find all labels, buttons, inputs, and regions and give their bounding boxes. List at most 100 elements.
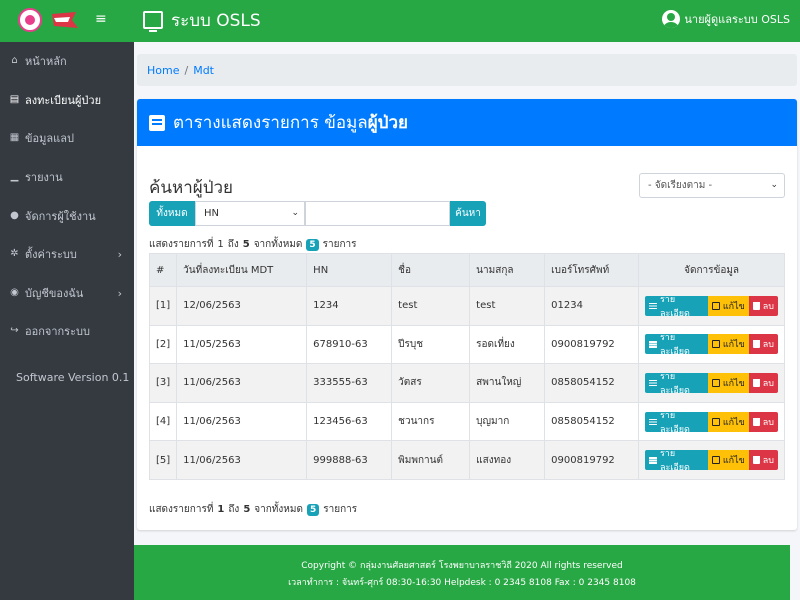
summary-total-badge: 5 <box>306 238 319 251</box>
summary-text: รายการ <box>322 239 357 250</box>
detail-label: รายละเอียด <box>659 333 690 358</box>
row-number: [1] <box>148 286 178 326</box>
table-row: [1] 12/06/2563 1234 test test 01234 รายล… <box>148 286 785 326</box>
table-row: [3] 11/06/2563 333555-63 วัตสร สพานใหญ่ … <box>148 363 785 403</box>
first-name: ปีรบุช <box>391 324 471 365</box>
edit-button[interactable]: แก้ไข <box>707 450 749 471</box>
delete-button[interactable]: ลบ <box>748 411 778 432</box>
sort-select-value: - จัดเรียงตาม - <box>648 180 713 191</box>
detail-button[interactable]: รายละเอียด <box>645 449 708 473</box>
trash-icon <box>752 456 760 465</box>
detail-button[interactable]: รายละเอียด <box>645 295 708 319</box>
edit-label: แก้ไข <box>722 301 745 312</box>
sort-select[interactable]: - จัดเรียงตาม - ⌄ <box>639 173 785 198</box>
row-number: [2] <box>148 324 178 365</box>
first-name: ชวนากร <box>391 401 471 442</box>
edit-button[interactable]: แก้ไข <box>707 334 749 355</box>
summary-text: รายการ <box>323 504 358 515</box>
sidebar-item-settings[interactable]: ✲ ตั้งค่าระบบ › <box>0 235 134 274</box>
chart-icon: ▁ <box>10 171 19 183</box>
show-all-button[interactable]: ทั้งหมด <box>149 201 195 226</box>
detail-button[interactable]: รายละเอียด <box>645 333 708 357</box>
edit-icon <box>711 417 720 426</box>
table-row: [5] 11/06/2563 999888-63 พิมพกานต์ แสงทอ… <box>148 440 785 480</box>
list-icon <box>649 456 657 464</box>
register-date: 11/06/2563 <box>176 440 308 480</box>
summary-text: จากทั้งหมด <box>254 504 303 515</box>
delete-label: ลบ <box>762 417 774 428</box>
edit-icon <box>711 378 720 387</box>
summary-from: 1 <box>217 504 225 515</box>
hospital-seal-logo <box>18 8 42 32</box>
footer-contact: เวลาทำการ : จันทร์-ศุกร์ 08:30-16:30 Hel… <box>288 578 636 588</box>
search-input[interactable] <box>305 201 450 226</box>
footer: Copyright © กลุ่มงานศัลยศาสตร์ โรงพยาบาล… <box>134 545 790 600</box>
result-summary-top: แสดงรายการที่ 1 ถึง 5 จากทั้งหมด 5 รายกา… <box>149 237 357 252</box>
row-actions: รายละเอียด แก้ไข ลบ <box>638 440 785 480</box>
top-navbar: ≡ ระบบ OSLS นายผู้ดูแลระบบ OSLS <box>0 0 800 42</box>
sidebar-item-register-patient[interactable]: ▤ ลงทะเบียนผู้ป่วย <box>0 81 134 120</box>
phone: 01234 <box>544 286 640 326</box>
home-icon: ⌂ <box>11 55 18 67</box>
logo-area: ≡ <box>0 0 134 42</box>
search-title: ค้นหาผู้ป่วย <box>149 178 234 198</box>
trash-icon <box>752 378 760 387</box>
column-header: จัดการข้อมูล <box>638 253 785 287</box>
sidebar-item-lab-data[interactable]: ▦ ข้อมูลแลป <box>0 119 134 158</box>
column-header: # <box>148 253 178 287</box>
footer-copyright: Copyright © กลุ่มงานศัลยศาสตร์ โรงพยาบาล… <box>301 561 623 571</box>
detail-button[interactable]: รายละเอียด <box>645 372 708 396</box>
phone: 0858054152 <box>544 401 640 442</box>
column-header: HN <box>306 253 393 287</box>
sidebar: ⌂ หน้าหลัก ▤ ลงทะเบียนผู้ป่วย ▦ ข้อมูลแล… <box>0 42 134 600</box>
result-summary-bottom: แสดงรายการที่ 1 ถึง 5 จากทั้งหมด 5 รายกา… <box>149 502 357 517</box>
delete-label: ลบ <box>762 301 774 312</box>
chevron-down-icon: ⌄ <box>291 208 299 218</box>
breadcrumb-current[interactable]: Mdt <box>193 64 214 77</box>
edit-label: แก้ไข <box>722 378 745 389</box>
search-button[interactable]: ค้นหา <box>450 201 486 226</box>
hamburger-menu-icon[interactable]: ≡ <box>95 12 107 26</box>
list-icon <box>149 114 165 131</box>
edit-button[interactable]: แก้ไข <box>707 411 749 432</box>
edit-button[interactable]: แก้ไข <box>707 372 749 393</box>
edit-label: แก้ไข <box>722 417 745 428</box>
delete-button[interactable]: ลบ <box>748 450 778 471</box>
list-icon <box>649 379 657 387</box>
delete-button[interactable]: ลบ <box>748 295 778 316</box>
sidebar-item-my-account[interactable]: ◉ บัญชีของฉัน › <box>0 274 134 313</box>
row-number: [5] <box>148 440 178 480</box>
edit-label: แก้ไข <box>722 340 745 351</box>
edit-icon <box>711 301 720 310</box>
sidebar-item-manage-users[interactable]: ● จัดการผู้ใช้งาน <box>0 196 134 235</box>
user-name: นายผู้ดูแลระบบ OSLS <box>684 13 790 26</box>
delete-button[interactable]: ลบ <box>748 372 778 393</box>
detail-button[interactable]: รายละเอียด <box>645 411 708 435</box>
summary-text: แสดงรายการที่ <box>149 504 214 515</box>
patient-table: # วันที่ลงทะเบียน MDT HN ชื่อ นามสกุล เบ… <box>148 253 785 480</box>
register-date: 11/06/2563 <box>176 363 308 403</box>
column-header: นามสกุล <box>469 253 546 287</box>
sidebar-item-home[interactable]: ⌂ หน้าหลัก <box>0 42 134 81</box>
user-menu[interactable]: นายผู้ดูแลระบบ OSLS <box>662 10 790 28</box>
app-brand[interactable]: ระบบ OSLS <box>143 8 261 32</box>
detail-label: รายละเอียด <box>659 294 690 319</box>
hn: 678910-63 <box>306 324 393 365</box>
sidebar-item-logout[interactable]: ↪ ออกจากระบบ <box>0 312 134 351</box>
search-field-select[interactable]: HN ⌄ <box>195 201 305 226</box>
delete-button[interactable]: ลบ <box>748 334 778 355</box>
last-name: แสงทอง <box>469 440 546 480</box>
edit-button[interactable]: แก้ไข <box>707 295 749 316</box>
summary-total-badge: 5 <box>306 503 320 516</box>
monitor-icon <box>143 11 163 32</box>
last-name: รอดเที่ยง <box>469 324 546 365</box>
breadcrumb-home-link[interactable]: Home <box>147 64 179 77</box>
table-row: [4] 11/06/2563 123456-63 ชวนากร บุญมาก 0… <box>148 401 785 442</box>
column-header: ชื่อ <box>391 253 471 287</box>
user-circle-icon: ◉ <box>10 286 19 298</box>
sidebar-item-reports[interactable]: ▁ รายงาน <box>0 158 134 197</box>
register-date: 11/06/2563 <box>176 401 308 442</box>
hn: 999888-63 <box>306 440 393 480</box>
edit-label: แก้ไข <box>722 456 745 467</box>
card-title: ตารางแสดงรายการ ข้อมูลผู้ป่วย <box>173 109 408 136</box>
